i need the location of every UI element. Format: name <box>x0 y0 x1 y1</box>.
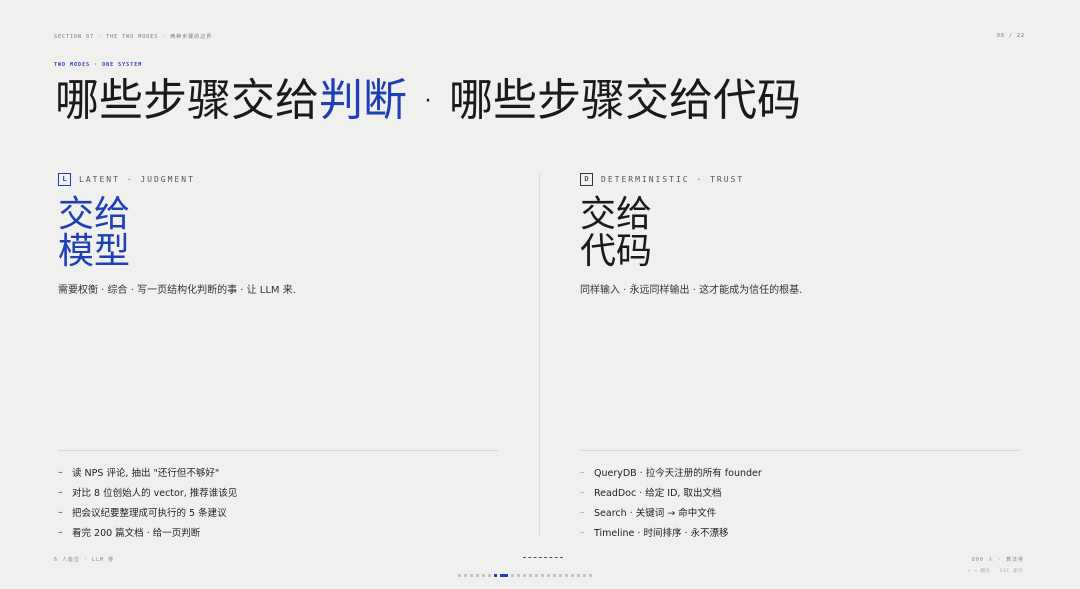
list-item: – 对比 8 位创始人的 vector, 推荐谁该见 <box>58 486 238 500</box>
pagination-dot[interactable] <box>488 574 491 577</box>
pagination-dot[interactable] <box>523 574 526 577</box>
list-item: – Timeline · 时间排序 · 永不漂移 <box>580 526 729 540</box>
section-label: SECTION 07 · THE TWO MODES · 两种步骤的边界 <box>54 34 213 40</box>
slide-title: 哪些步骤交给判断 · 哪些步骤交给代码 <box>55 76 801 126</box>
pagination-dot[interactable] <box>494 574 497 577</box>
deterministic-heading: 交给 代码 <box>580 196 1020 270</box>
pagination-dot[interactable] <box>482 574 485 577</box>
progress-line <box>523 557 563 558</box>
pagination-dot[interactable] <box>583 574 586 577</box>
list-item: – Search · 关键词 → 命中文件 <box>580 506 717 520</box>
list-item: – ReadDoc · 给定 ID, 取出文档 <box>580 486 722 500</box>
deterministic-panel: D DETERMINISTIC · TRUST 交给 代码 同样输入 · 永远同… <box>580 172 1020 296</box>
pagination-dot[interactable] <box>559 574 562 577</box>
pagination-dot[interactable] <box>500 574 508 577</box>
eyebrow-label: TWO MODES · ONE SYSTEM <box>54 62 143 68</box>
top-bar: SECTION 07 · THE TWO MODES · 两种步骤的边界 08 … <box>54 33 1025 40</box>
title-part2: · 哪些步骤交给代码 <box>407 75 801 126</box>
slide-pagination[interactable] <box>458 574 592 577</box>
latent-tag-letter: L <box>58 172 71 186</box>
latent-heading: 交给 模型 <box>58 196 498 270</box>
deterministic-tag-letter: D <box>580 172 593 186</box>
deterministic-lead: 同样输入 · 永远同样输出 · 这才能成为信任的根基. <box>580 285 803 296</box>
pagination-dot[interactable] <box>565 574 568 577</box>
pagination-dot[interactable] <box>541 574 544 577</box>
pagination-dot[interactable] <box>589 574 592 577</box>
pagination-dot[interactable] <box>571 574 574 577</box>
pagination-dot[interactable] <box>470 574 473 577</box>
pagination-dot[interactable] <box>529 574 532 577</box>
deterministic-tag-label: DETERMINISTIC · TRUST <box>601 174 745 184</box>
list-item: – 读 NPS 评论, 抽出 "还行但不够好" <box>58 466 220 480</box>
pagination-dot[interactable] <box>517 574 520 577</box>
title-part1: 哪些步骤交给 <box>55 75 319 126</box>
latent-example-list: – 读 NPS 评论, 抽出 "还行但不够好" – 对比 8 位创始人的 vecto… <box>58 462 237 542</box>
pagination-dot[interactable] <box>547 574 550 577</box>
footer-left: 6 人座位 · LLM 排 <box>54 557 115 563</box>
page-counter: 08 / 22 <box>996 33 1025 39</box>
pagination-dot[interactable] <box>464 574 467 577</box>
right-rule <box>580 450 1020 451</box>
deterministic-example-list: – QueryDB · 拉今天注册的所有 founder – ReadDoc · 给… <box>580 462 762 542</box>
deterministic-heading-line1: 交给 <box>580 194 653 235</box>
footer-right: 800 人 · 算法排 <box>971 557 1024 563</box>
pagination-dot[interactable] <box>577 574 580 577</box>
latent-heading-line1: 交给 <box>58 194 131 235</box>
vertical-divider <box>539 172 540 536</box>
pagination-dot[interactable] <box>511 574 514 577</box>
list-item: – 把会议纪要整理成可执行的 5 条建议 <box>58 506 227 520</box>
deterministic-tag: D DETERMINISTIC · TRUST <box>580 172 1020 186</box>
deterministic-heading-line2: 代码 <box>580 231 653 272</box>
title-highlight: 判断 <box>319 75 407 126</box>
latent-heading-line2: 模型 <box>58 231 131 272</box>
latent-tag: L LATENT · JUDGMENT <box>58 172 498 186</box>
pagination-dot[interactable] <box>535 574 538 577</box>
latent-lead: 需要权衡 · 综合 · 写一页结构化判断的事 · 让 LLM 来. <box>58 285 296 296</box>
left-rule <box>58 450 498 451</box>
list-item: – QueryDB · 拉今天注册的所有 founder <box>580 466 762 480</box>
pagination-dot[interactable] <box>458 574 461 577</box>
list-item: – 看完 200 篇文档 · 给一页判断 <box>58 526 201 540</box>
keyboard-hint: ← → 翻页 · ESC 索引 <box>967 569 1023 574</box>
latent-panel: L LATENT · JUDGMENT 交给 模型 需要权衡 · 综合 · 写一… <box>58 172 498 296</box>
pagination-dot[interactable] <box>476 574 479 577</box>
pagination-dot[interactable] <box>553 574 556 577</box>
latent-tag-label: LATENT · JUDGMENT <box>79 174 195 184</box>
